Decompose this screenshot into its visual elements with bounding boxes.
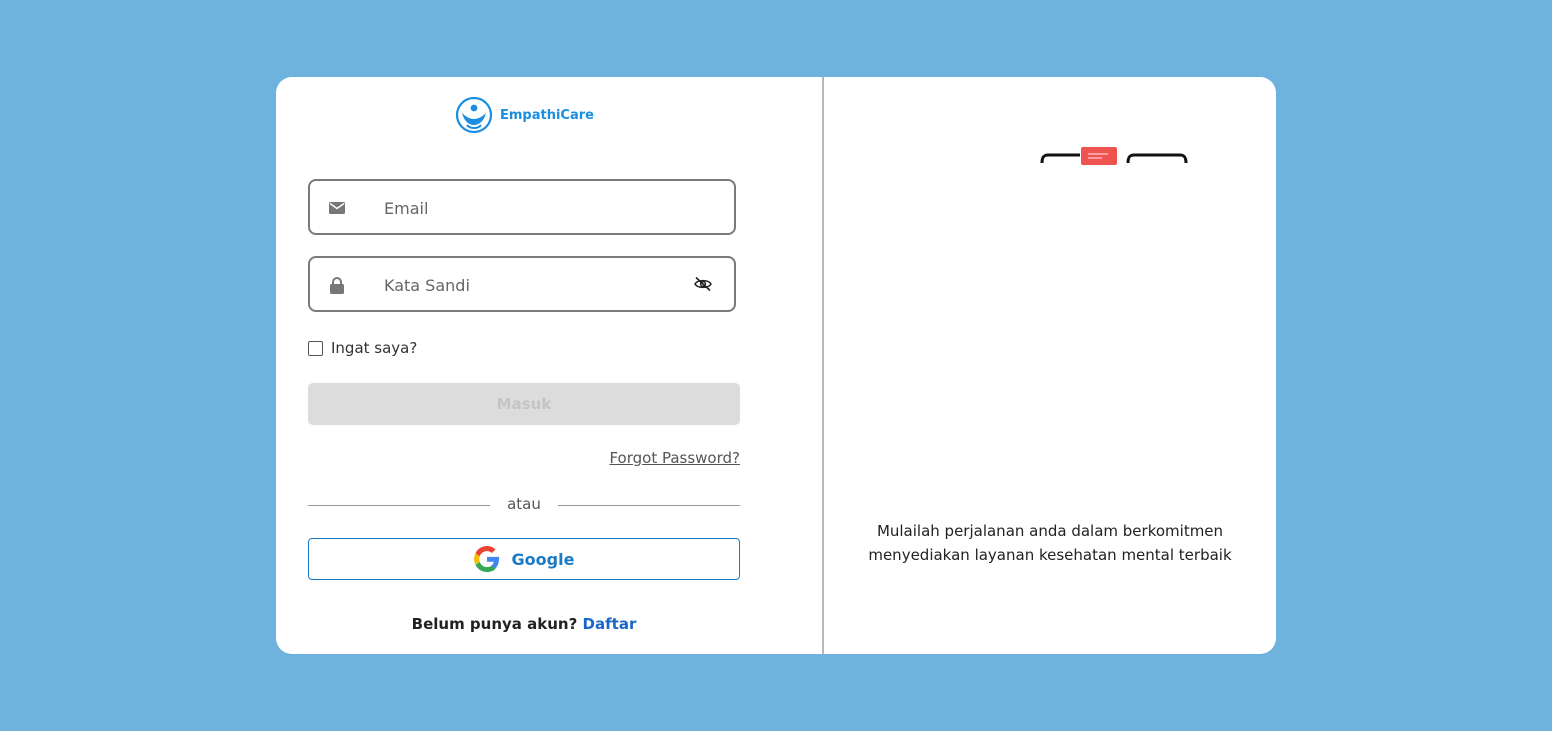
signup-row: Belum punya akun? Daftar <box>276 615 772 633</box>
google-label: Google <box>511 549 575 569</box>
email-field[interactable] <box>308 179 736 235</box>
remember-label: Ingat saya? <box>331 339 418 357</box>
phone-illustration <box>1040 147 1188 165</box>
forgot-password-link[interactable]: Forgot Password? <box>609 449 740 467</box>
signup-link[interactable]: Daftar <box>583 615 637 633</box>
email-input[interactable] <box>382 193 686 223</box>
login-button[interactable]: Masuk <box>308 383 740 425</box>
eye-off-icon[interactable] <box>694 276 714 294</box>
lock-icon <box>328 276 346 294</box>
remember-checkbox[interactable] <box>308 340 323 356</box>
brand-logo: EmpathiCare <box>454 95 594 135</box>
brand-name: EmpathiCare <box>500 107 594 123</box>
tagline-line-2: menyediakan layanan kesehatan mental ter… <box>868 546 1232 564</box>
empathicare-logo-icon <box>455 96 493 134</box>
login-card: EmpathiCare Email Ingat saya? Masuk Forg… <box>276 77 1276 654</box>
password-input[interactable] <box>382 270 686 300</box>
remember-me[interactable]: Ingat saya? <box>308 339 417 357</box>
email-icon <box>328 199 346 217</box>
password-field[interactable] <box>308 256 736 312</box>
signup-prompt: Belum punya akun? <box>411 615 578 633</box>
tagline-line-1: Mulailah perjalanan anda dalam berkomitm… <box>876 522 1224 540</box>
google-icon <box>473 546 499 572</box>
welcome-panel: Mulailah perjalanan anda dalam berkomitm… <box>824 77 1276 654</box>
login-panel: EmpathiCare Email Ingat saya? Masuk Forg… <box>276 77 822 654</box>
or-label: atau <box>507 495 541 513</box>
or-divider: atau <box>308 495 740 515</box>
tagline: Mulailah perjalanan anda dalam berkomitm… <box>824 519 1276 567</box>
google-signin-button[interactable]: Google <box>308 538 740 580</box>
